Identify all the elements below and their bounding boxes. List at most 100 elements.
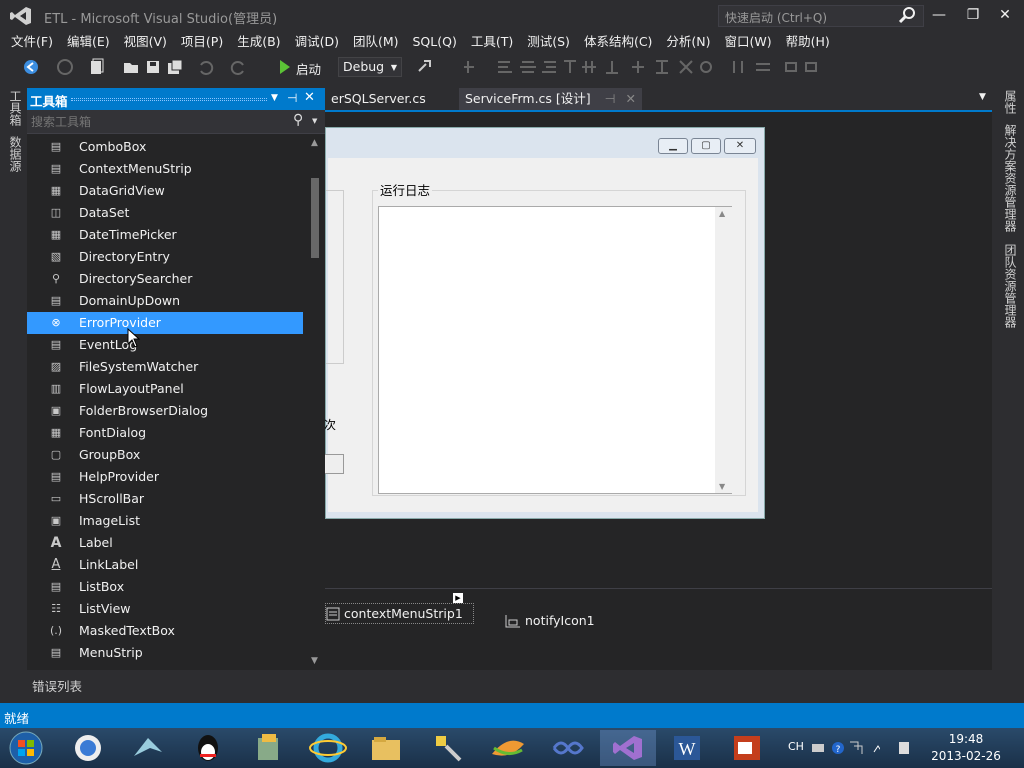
toolbox-item[interactable]: ⚲ DirectorySearcher	[27, 268, 303, 290]
left-button[interactable]	[324, 454, 344, 474]
tools-app-icon[interactable]	[420, 730, 476, 766]
search-icon[interactable]: ⚲	[293, 112, 303, 128]
form-maximize-button[interactable]: ▢	[691, 138, 721, 154]
input-language-indicator[interactable]: CH	[788, 740, 804, 753]
left-group-box[interactable]	[326, 190, 344, 364]
toolbox-item[interactable]: A Label	[27, 532, 303, 554]
menu-test[interactable]: 测试(S)	[520, 32, 577, 52]
toolbox-search-input[interactable]	[31, 113, 291, 131]
sql-server-icon[interactable]	[480, 730, 536, 766]
solution-explorer-side-tab[interactable]: 解决方案资源管理器	[1002, 124, 1019, 232]
attach-icon[interactable]	[416, 57, 434, 77]
toolbox-item[interactable]: ▤ MenuStrip	[27, 642, 303, 664]
system-tray-icons[interactable]: ?	[810, 738, 880, 758]
word-icon[interactable]: W	[660, 730, 716, 766]
tray-contextmenustrip[interactable]: contextMenuStrip1	[325, 603, 474, 624]
menu-tools[interactable]: 工具(T)	[464, 32, 520, 52]
toolbox-item[interactable]: ▥ FlowLayoutPanel	[27, 378, 303, 400]
save-all-icon[interactable]	[166, 57, 184, 77]
search-icon[interactable]	[898, 6, 918, 24]
scroll-up-icon[interactable]: ▲	[311, 138, 318, 148]
close-button[interactable]: ✕	[990, 4, 1020, 26]
menu-analyze[interactable]: 分析(N)	[659, 32, 717, 52]
minimize-button[interactable]: —	[924, 4, 954, 26]
error-list-tab[interactable]: 错误列表	[26, 676, 86, 696]
log-scrollbar[interactable]: ▲ ▼	[715, 207, 732, 493]
tab-servicefrm-design[interactable]: ServiceFrm.cs [设计] ⊣ ✕	[459, 88, 643, 110]
scroll-thumb[interactable]	[311, 178, 319, 258]
quick-launch-input[interactable]: 快速启动 (Ctrl+Q)	[718, 5, 924, 27]
properties-side-tab[interactable]: 属性	[1002, 90, 1019, 114]
restore-button[interactable]: ❐	[958, 4, 988, 26]
toolbox-item[interactable]: A LinkLabel	[27, 554, 303, 576]
toolbox-item[interactable]: ▤ ComboBox	[27, 136, 303, 158]
log-textbox[interactable]: ▲ ▼	[378, 206, 732, 494]
internet-explorer-icon[interactable]	[300, 730, 356, 766]
toolbox-side-tab[interactable]: 工具箱	[7, 90, 24, 126]
toolbox-item[interactable]: ◫ DataSet	[27, 202, 303, 224]
forward-icon[interactable]	[56, 57, 74, 77]
menu-help[interactable]: 帮助(H)	[779, 32, 837, 52]
pin-icon[interactable]: ⊣	[605, 91, 616, 106]
datasource-side-tab[interactable]: 数据源	[7, 136, 24, 172]
menu-view[interactable]: 视图(V)	[117, 32, 174, 52]
toolbox-item[interactable]: ▤ HelpProvider	[27, 466, 303, 488]
close-icon[interactable]: ✕	[304, 90, 315, 105]
blend-icon[interactable]	[540, 730, 596, 766]
toolbox-item[interactable]: ▦ DateTimePicker	[27, 224, 303, 246]
toolbox-item[interactable]: ▤ ContextMenuStrip	[27, 158, 303, 180]
toolbox-scrollbar[interactable]: ▲ ▼	[307, 136, 325, 670]
toolbox-item-selected[interactable]: ⊗ ErrorProvider	[27, 312, 303, 334]
toolbox-item[interactable]: ▣ ImageList	[27, 510, 303, 532]
bird-app-icon[interactable]	[120, 730, 176, 766]
toolbox-item[interactable]: ▧ DirectoryEntry	[27, 246, 303, 268]
toolbox-header[interactable]: 工具箱 ▼ ⊣ ✕	[27, 88, 325, 110]
menu-file[interactable]: 文件(F)	[4, 32, 60, 52]
action-center-icon[interactable]	[896, 740, 912, 756]
pin-icon[interactable]: ⊣	[287, 91, 297, 105]
designed-form[interactable]: ▁ ▢ ✕ 次 运行日志 ▲ ▼	[324, 127, 765, 519]
save-icon[interactable]	[144, 57, 162, 77]
qq-icon[interactable]	[180, 730, 236, 766]
menu-edit[interactable]: 编辑(E)	[60, 32, 117, 52]
new-project-icon[interactable]	[88, 57, 106, 77]
toolbox-item[interactable]: ▦ FontDialog	[27, 422, 303, 444]
visual-studio-taskbar-icon[interactable]	[600, 730, 656, 766]
smart-tag-icon[interactable]: ▶	[453, 593, 463, 603]
start-icon[interactable]	[276, 57, 294, 77]
back-icon[interactable]	[22, 57, 40, 77]
menu-build[interactable]: 生成(B)	[230, 32, 287, 52]
explorer-folder-icon[interactable]	[358, 730, 414, 766]
taskbar-clock[interactable]: 19:48 2013-02-26	[926, 731, 1006, 765]
redo-icon[interactable]	[230, 57, 248, 77]
form-minimize-button[interactable]: ▁	[658, 138, 688, 154]
scroll-down-icon[interactable]: ▼	[719, 482, 725, 491]
tab-overflow-icon[interactable]: ▼	[979, 92, 986, 102]
toolbox-item[interactable]: ▣ FolderBrowserDialog	[27, 400, 303, 422]
start-button[interactable]: 启动	[296, 59, 321, 78]
open-icon[interactable]	[122, 57, 140, 77]
dropdown-icon[interactable]: ▼	[271, 93, 278, 103]
close-icon[interactable]: ✕	[626, 91, 636, 106]
toolbox-item[interactable]: ▦ DataGridView	[27, 180, 303, 202]
scroll-down-icon[interactable]: ▼	[311, 656, 318, 666]
menu-architecture[interactable]: 体系结构(C)	[577, 32, 659, 52]
form-close-button[interactable]: ✕	[724, 138, 756, 154]
server-manager-icon[interactable]	[240, 730, 296, 766]
tab-sqlserver-cs[interactable]: erSQLServer.cs	[325, 88, 432, 110]
chevron-down-icon[interactable]: ▼	[312, 117, 317, 125]
menu-project[interactable]: 项目(P)	[174, 32, 230, 52]
menu-debug[interactable]: 调试(D)	[288, 32, 346, 52]
toolbox-item[interactable]: ▢ GroupBox	[27, 444, 303, 466]
menu-sql[interactable]: SQL(Q)	[406, 32, 464, 52]
toolbox-item[interactable]: ▨ FileSystemWatcher	[27, 356, 303, 378]
toolbox-item[interactable]: ▤ DomainUpDown	[27, 290, 303, 312]
undo-icon[interactable]	[196, 57, 214, 77]
team-explorer-side-tab[interactable]: 团队资源管理器	[1002, 244, 1019, 328]
powerpoint-icon[interactable]	[720, 730, 776, 766]
scroll-up-icon[interactable]: ▲	[719, 209, 725, 218]
toolbox-item[interactable]: ☷ ListView	[27, 598, 303, 620]
toolbox-item[interactable]: ▤ ListBox	[27, 576, 303, 598]
tray-notifyicon[interactable]: notifyIcon1	[505, 613, 595, 628]
menu-window[interactable]: 窗口(W)	[718, 32, 779, 52]
